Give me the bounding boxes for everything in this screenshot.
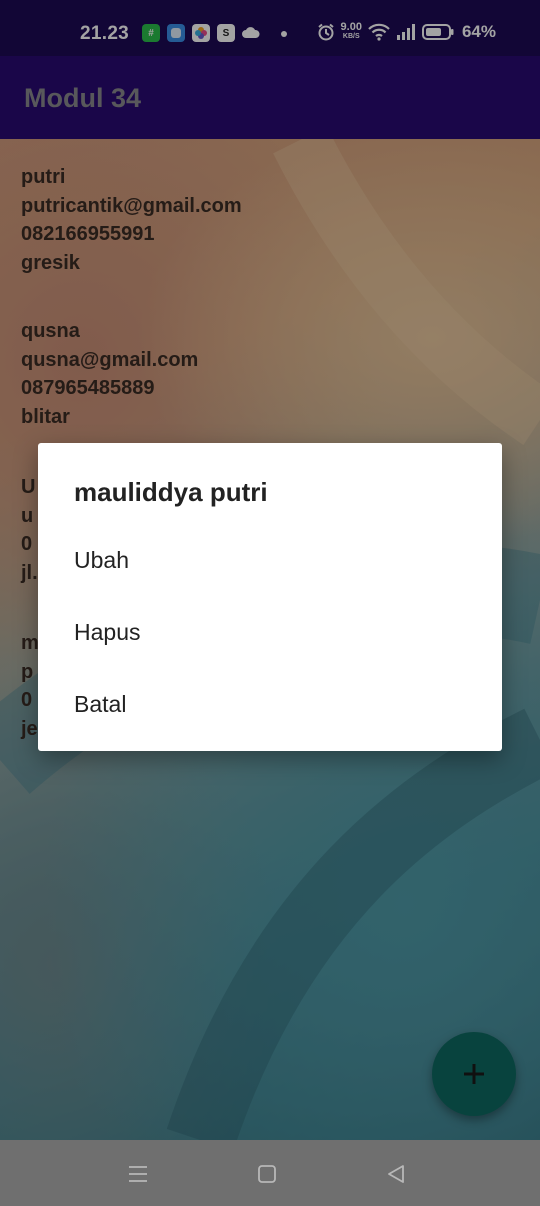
- dialog-item-batal[interactable]: Batal: [38, 668, 502, 740]
- dialog-item-ubah[interactable]: Ubah: [38, 524, 502, 596]
- back-nav-button[interactable]: [382, 1160, 410, 1188]
- navigation-bar: [0, 1140, 540, 1206]
- dialog-title: mauliddya putri: [74, 477, 268, 507]
- home-square-icon: [258, 1165, 276, 1183]
- options-dialog: mauliddya putri Ubah Hapus Batal: [38, 443, 502, 751]
- back-triangle-icon: [388, 1165, 404, 1183]
- dialog-item-hapus[interactable]: Hapus: [38, 596, 502, 668]
- menu-nav-button[interactable]: [124, 1160, 152, 1188]
- home-nav-button[interactable]: [253, 1160, 281, 1188]
- menu-icon: [129, 1166, 147, 1182]
